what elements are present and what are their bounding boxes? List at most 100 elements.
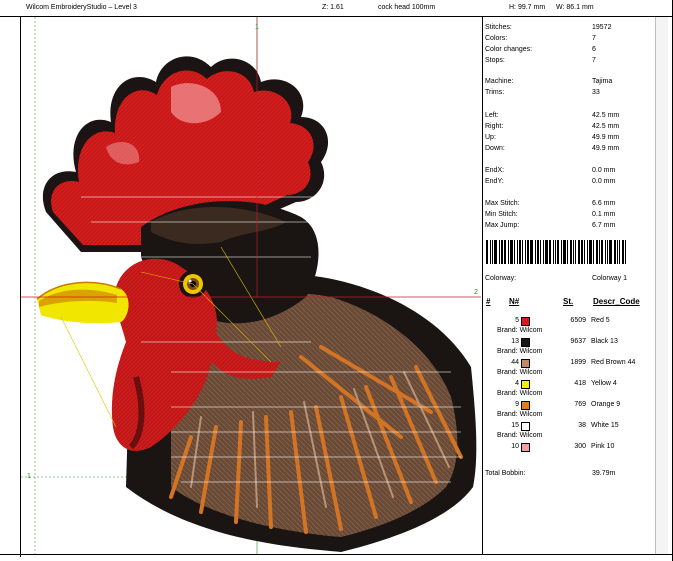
color-row[interactable]: 13 9637 Black 13 Brand: Wilcom <box>483 338 655 359</box>
color-row[interactable]: 10 300 Pink 10 <box>483 443 655 464</box>
info-row-endx: EndX: 0.0 mm <box>485 166 653 175</box>
color-row[interactable]: 15 38 White 15 Brand: Wilcom <box>483 422 655 443</box>
thread-description: Yellow 4 <box>591 380 617 387</box>
thread-brand: Brand: Wilcom <box>497 411 543 418</box>
down-value: 49.9 mm <box>592 145 620 152</box>
thread-swatch <box>521 380 530 389</box>
thread-swatch <box>521 401 530 410</box>
thread-swatch <box>521 338 530 347</box>
right-value: 42.5 mm <box>592 123 620 130</box>
thread-swatch <box>521 317 530 326</box>
design-height: H: 99.7 mm <box>509 4 546 11</box>
info-row-max-stitch: Max Stitch: 6.6 mm <box>485 199 653 208</box>
design-name: cock head 100mm <box>378 4 436 11</box>
print-preview-page: Wilcom EmbroideryStudio – Level 3 Z: 1.6… <box>0 0 673 561</box>
design-canvas[interactable]: 1 2 1 <box>21 17 481 554</box>
endx-value: 0.0 mm <box>592 167 616 174</box>
thread-description: Black 13 <box>591 338 618 345</box>
app-title: Wilcom EmbroideryStudio – Level 3 <box>26 4 137 11</box>
marker-top: 1 <box>255 24 259 31</box>
up-label: Up: <box>485 134 496 141</box>
thread-description: White 15 <box>591 422 619 429</box>
colors-label: Colors: <box>485 35 508 42</box>
info-row-down: Down: 49.9 mm <box>485 144 653 153</box>
color-changes-value: 6 <box>592 46 596 53</box>
thread-description: Red Brown 44 <box>591 359 636 366</box>
max-jump-value: 6.7 mm <box>592 222 616 229</box>
trims-value: 33 <box>592 89 600 96</box>
thread-number: 15 <box>511 422 519 429</box>
left-value: 42.5 mm <box>592 112 620 119</box>
thread-description: Orange 9 <box>591 401 621 408</box>
page-header: Wilcom EmbroideryStudio – Level 3 Z: 1.6… <box>0 0 673 17</box>
thread-brand: Brand: Wilcom <box>497 327 543 334</box>
design-width: W: 86.1 mm <box>556 4 594 11</box>
thread-number: 13 <box>511 338 519 345</box>
colorway-label: Colorway: <box>485 275 517 282</box>
info-row-min-stitch: Min Stitch: 0.1 mm <box>485 210 653 219</box>
stops-label: Stops: <box>485 57 505 64</box>
stops-value: 7 <box>592 57 596 64</box>
thread-number: 9 <box>515 401 519 408</box>
stitches-value: 19572 <box>592 24 612 31</box>
info-row-stops: Stops: 7 <box>485 56 653 65</box>
color-row[interactable]: 9 769 Orange 9 Brand: Wilcom <box>483 401 655 422</box>
thread-description: Red 5 <box>591 317 610 324</box>
marker-right: 2 <box>474 289 478 296</box>
design-info-panel: Stitches: 19572 Colors: 7 Color changes: 6 … <box>482 17 655 554</box>
info-row-machine: Machine: Tajima <box>485 77 653 86</box>
max-stitch-value: 6.6 mm <box>592 200 616 207</box>
column-header-hash: # <box>486 297 491 306</box>
min-stitch-value: 0.1 mm <box>592 211 616 218</box>
info-row-colors: Colors: 7 <box>485 34 653 43</box>
endy-value: 0.0 mm <box>592 178 616 185</box>
thread-number: 5 <box>515 317 519 324</box>
machine-label: Machine: <box>485 78 514 85</box>
down-label: Down: <box>485 145 505 152</box>
thread-number: 4 <box>515 380 519 387</box>
column-header-number: N# <box>509 297 520 306</box>
thread-stitch-count: 418 <box>574 380 586 387</box>
stitches-label: Stitches: <box>485 24 512 31</box>
thread-stitch-count: 1899 <box>570 359 586 366</box>
column-header-description: Descr_Code <box>593 297 640 306</box>
info-row-endy: EndY: 0.0 mm <box>485 177 653 186</box>
total-bobbin-value: 39.79m <box>592 470 616 477</box>
zoom-readout: Z: 1.61 <box>322 4 344 11</box>
thread-swatch <box>521 359 530 368</box>
thread-stitch-count: 9637 <box>570 338 586 345</box>
info-row-colorway: Colorway: Colorway 1 <box>485 274 653 283</box>
up-value: 49.9 mm <box>592 134 620 141</box>
marker-left: 1 <box>27 473 31 480</box>
thread-brand: Brand: Wilcom <box>497 369 543 376</box>
thread-stitch-count: 6509 <box>570 317 586 324</box>
thread-stitch-count: 300 <box>574 443 586 450</box>
color-row[interactable]: 5 6509 Red 5 Brand: Wilcom <box>483 317 655 338</box>
max-stitch-label: Max Stitch: <box>485 200 520 207</box>
info-row-max-jump: Max Jump: 6.7 mm <box>485 221 653 230</box>
total-bobbin-label: Total Bobbin: <box>485 470 526 477</box>
thread-stitch-count: 769 <box>574 401 586 408</box>
info-row-color-changes: Color changes: 6 <box>485 45 653 54</box>
color-row[interactable]: 4 418 Yellow 4 Brand: Wilcom <box>483 380 655 401</box>
rooster-embroidery-design: 1 2 1 <box>21 17 481 554</box>
thread-brand: Brand: Wilcom <box>497 432 543 439</box>
thread-number: 10 <box>511 443 519 450</box>
endx-label: EndX: <box>485 167 505 174</box>
info-row-total-bobbin: Total Bobbin: 39.79m <box>485 469 653 478</box>
endy-label: EndY: <box>485 178 504 185</box>
color-changes-label: Color changes: <box>485 46 533 53</box>
thread-stitch-count: 38 <box>578 422 586 429</box>
page-bottom-line <box>0 554 673 555</box>
column-header-stitches: St. <box>563 297 574 306</box>
colors-value: 7 <box>592 35 596 42</box>
thread-swatch <box>521 443 530 452</box>
thread-brand: Brand: Wilcom <box>497 348 543 355</box>
vertical-scrollbar[interactable] <box>655 17 668 554</box>
right-label: Right: <box>485 123 504 130</box>
color-row[interactable]: 44 1899 Red Brown 44 Brand: Wilcom <box>483 359 655 380</box>
max-jump-label: Max Jump: <box>485 222 520 229</box>
machine-value: Tajima <box>592 78 613 85</box>
trims-label: Trims: <box>485 89 505 96</box>
left-label: Left: <box>485 112 499 119</box>
